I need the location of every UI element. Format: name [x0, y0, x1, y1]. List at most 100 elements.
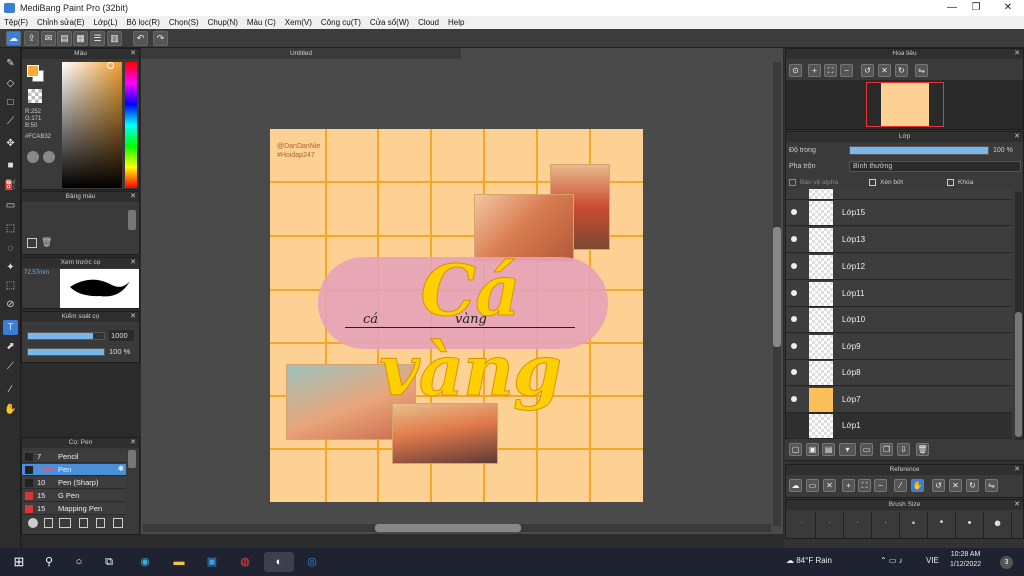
text-tool-icon[interactable]: T: [3, 320, 18, 335]
clipping-checkbox[interactable]: [869, 179, 876, 186]
saturation-value-picker[interactable]: [62, 62, 122, 188]
magic-wand-tool-icon[interactable]: ✦: [3, 260, 18, 275]
artwork-canvas[interactable]: @DanDanNie #Hoidap247 Cá vàng cá vàng: [270, 129, 643, 502]
delete-brush-icon[interactable]: [113, 518, 123, 528]
lasso-tool-icon[interactable]: ◌: [3, 241, 18, 256]
cloud-reference-icon[interactable]: ☁: [789, 479, 802, 492]
hand-tool-icon[interactable]: ✋: [3, 402, 18, 417]
brush-tool-icon[interactable]: ✎: [3, 56, 18, 71]
visibility-icon[interactable]: [791, 396, 797, 402]
redo-icon[interactable]: ↷: [153, 31, 168, 46]
layer-opacity-slider[interactable]: [849, 146, 989, 155]
close-icon[interactable]: ✕: [1014, 49, 1020, 59]
new-8bit-layer-icon[interactable]: ▤: [822, 443, 835, 456]
merge-layer-icon[interactable]: ⇩: [897, 443, 910, 456]
line-tool-icon[interactable]: ⟋: [3, 114, 18, 129]
close-button[interactable]: ✕: [994, 1, 1022, 15]
brush-item-pen-sharp[interactable]: 10 Pen (Sharp): [22, 477, 126, 489]
select-pen-tool-icon[interactable]: ⬚: [3, 278, 18, 293]
document-tab[interactable]: Untitled: [141, 48, 461, 59]
size-preset[interactable]: ·: [788, 512, 816, 538]
visibility-icon[interactable]: [791, 369, 797, 375]
close-icon[interactable]: ✕: [130, 49, 136, 59]
trash-icon[interactable]: 🗑: [41, 237, 52, 248]
flip-icon[interactable]: ⇋: [915, 64, 928, 77]
select-tool-icon[interactable]: ⬚: [3, 221, 18, 236]
blend-mode-select[interactable]: Bình thường: [849, 161, 1021, 172]
cortana-icon[interactable]: ○: [68, 552, 90, 572]
visibility-icon[interactable]: [791, 290, 797, 296]
layer-row[interactable]: Lớp15: [786, 200, 1012, 226]
layer-row[interactable]: Lớp12: [786, 254, 1012, 280]
start-icon[interactable]: ⊞: [8, 552, 30, 572]
color-picker-cursor[interactable]: [107, 62, 114, 69]
rotate-right-icon[interactable]: ↻: [966, 479, 979, 492]
menu-layer[interactable]: Lớp(L): [94, 18, 118, 27]
vertical-scrollbar[interactable]: [773, 62, 781, 526]
visibility-icon[interactable]: [791, 236, 797, 242]
zoom-in-icon[interactable]: +: [842, 479, 855, 492]
brush-options-icon[interactable]: [59, 518, 71, 528]
cloud-brush-icon[interactable]: [28, 518, 38, 528]
size-preset[interactable]: ·: [872, 512, 900, 538]
layer-options-icon[interactable]: ▾: [839, 443, 856, 456]
zoom-in-icon[interactable]: +: [808, 64, 821, 77]
close-icon[interactable]: ✕: [1014, 465, 1020, 475]
alpha-lock-checkbox[interactable]: [789, 179, 796, 186]
duplicate-layer-icon[interactable]: ❐: [880, 443, 893, 456]
scrollbar-thumb[interactable]: [1015, 312, 1022, 437]
layer-row[interactable]: Lớp13: [786, 227, 1012, 253]
brush-settings-icon[interactable]: [79, 518, 88, 528]
size-preset[interactable]: •: [928, 512, 956, 538]
language-indicator[interactable]: VIE: [926, 556, 939, 565]
close-icon[interactable]: ✕: [130, 438, 136, 448]
medibang-taskbar-icon[interactable]: ◐: [264, 552, 294, 572]
layer-row[interactable]: Lớp10: [786, 307, 1012, 333]
select-eraser-tool-icon[interactable]: ⊘: [3, 297, 18, 312]
delete-layer-icon[interactable]: 🗑: [916, 443, 929, 456]
close-icon[interactable]: ✕: [130, 258, 136, 268]
menu-snap[interactable]: Chụp(N): [208, 18, 238, 27]
tray-icons[interactable]: ⌃ ▭ ♪: [880, 556, 903, 565]
menu-filter[interactable]: Bộ lọc(R): [127, 18, 160, 27]
maximize-button[interactable]: ❐: [962, 1, 990, 15]
scrollbar-thumb[interactable]: [773, 227, 781, 347]
brush-size-slider[interactable]: [27, 332, 105, 340]
fill-rect-tool-icon[interactable]: ■: [3, 158, 18, 173]
new-layer-icon[interactable]: ▢: [789, 443, 802, 456]
navigator-viewport[interactable]: [866, 82, 944, 127]
eyedropper-tool-icon[interactable]: ⁄: [3, 382, 18, 397]
gradient-tool-icon[interactable]: ▭: [3, 198, 18, 213]
close-reference-icon[interactable]: ✕: [823, 479, 836, 492]
brush-item-pencil[interactable]: 7 Pencil: [22, 451, 126, 463]
palette-icon[interactable]: [27, 151, 39, 163]
menu-tools[interactable]: Công cụ(T): [321, 18, 361, 27]
rectangle-tool-icon[interactable]: □: [3, 95, 18, 110]
gear-icon[interactable]: ✱: [118, 464, 124, 473]
scrollbar[interactable]: [128, 450, 136, 468]
menu-edit[interactable]: Chỉnh sửa(E): [37, 18, 85, 27]
reset-icon[interactable]: ✕: [949, 479, 962, 492]
size-preset[interactable]: •: [900, 512, 928, 538]
size-preset[interactable]: •: [956, 512, 984, 538]
brush-item-mapping-pen[interactable]: 15 Mapping Pen: [22, 503, 126, 515]
open-reference-icon[interactable]: ▭: [806, 479, 819, 492]
store-icon[interactable]: ▣: [201, 552, 223, 572]
rotate-left-icon[interactable]: ↺: [861, 64, 874, 77]
chrome-icon[interactable]: ◍: [234, 552, 256, 572]
hue-slider[interactable]: [125, 62, 137, 188]
layer-row-partial[interactable]: [786, 189, 1012, 200]
brush-item-pen[interactable]: 1000 Pen ✱: [22, 464, 126, 476]
undo-icon[interactable]: ↶: [133, 31, 148, 46]
folder-icon[interactable]: ▭: [860, 443, 873, 456]
task-view-icon[interactable]: ⧉: [98, 552, 120, 572]
document-icon[interactable]: ▦: [73, 31, 88, 46]
new-palette-icon[interactable]: [27, 238, 37, 248]
zoom-out-icon[interactable]: −: [874, 479, 887, 492]
zalo-icon[interactable]: ◎: [301, 552, 323, 572]
visibility-icon[interactable]: [791, 209, 797, 215]
brush-item-g-pen[interactable]: 15 G Pen: [22, 490, 126, 502]
menu-view[interactable]: Xem(V): [285, 18, 312, 27]
foreground-color-swatch[interactable]: [27, 65, 39, 77]
close-icon[interactable]: ✕: [130, 192, 136, 202]
